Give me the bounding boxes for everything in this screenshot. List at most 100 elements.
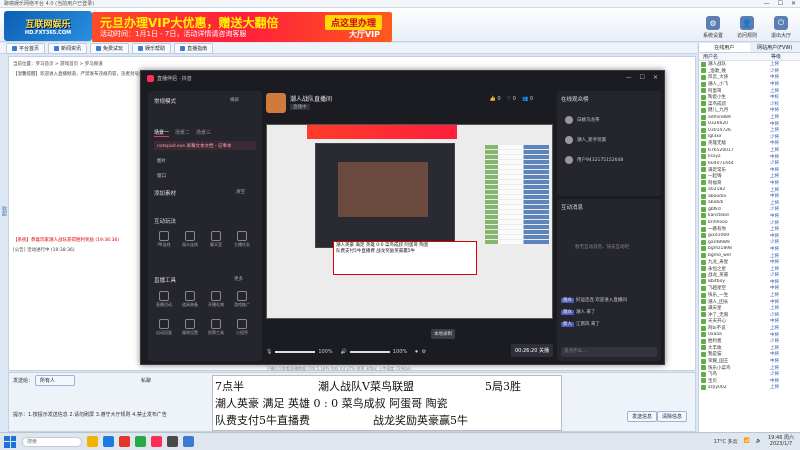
user-row[interactable]: 阿bi不说 上将: [699, 325, 800, 332]
tool-gift[interactable]: 开播礼物: [206, 291, 226, 309]
comment-input[interactable]: 说点什么...: [561, 347, 657, 357]
minimize-button[interactable]: —: [764, 0, 770, 7]
user-row[interactable]: 陶瓷小生 中校: [699, 94, 800, 101]
stream-close-button[interactable]: ✕: [653, 74, 658, 81]
user-row[interactable]: 一路有你 上将: [699, 226, 800, 233]
recipient-select[interactable]: 所有人: [35, 375, 75, 386]
user-row[interactable]: 菜鸟成叔 少校: [699, 101, 800, 108]
more-tools-button[interactable]: 更多: [234, 276, 243, 282]
tool-miniapp[interactable]: 小程序: [232, 319, 252, 337]
user-row[interactable]: 潮人_团长 中将: [699, 298, 800, 305]
tab-scene-2[interactable]: 场景二: [175, 129, 190, 137]
app-icon-green[interactable]: [135, 436, 146, 447]
user-row[interactable]: 冲了_无限 少将: [699, 312, 800, 319]
stop-stream-button[interactable]: 00:26:20 关播: [510, 344, 553, 357]
speaker-icon[interactable]: 🔊: [341, 349, 347, 355]
user-row[interactable]: a02182 上将: [699, 186, 800, 193]
tab-guide[interactable]: 直播指南: [174, 42, 214, 54]
user-row[interactable]: 阿蛋哥 上将: [699, 87, 800, 94]
mic-volume-slider[interactable]: [275, 351, 316, 353]
user-row[interactable]: 03014726 上将: [699, 127, 800, 134]
user-row[interactable]: 快乐_一生 上将: [699, 292, 800, 299]
mic-icon[interactable]: 🎙: [266, 349, 272, 355]
user-row[interactable]: 满足常乐 中将: [699, 167, 800, 174]
viewer-item[interactable]: 潮人_新手玩家: [565, 135, 606, 145]
tab-scene-3[interactable]: 场景三: [196, 129, 211, 137]
chatroom-button[interactable]: 聊天室: [206, 231, 226, 249]
user-row[interactable]: gixd1069 中将: [699, 232, 800, 239]
user-row[interactable]: bgmo_wer 上将: [699, 252, 800, 259]
user-row[interactable]: 一起嗨 上将: [699, 173, 800, 180]
pk-button[interactable]: PK连线: [154, 231, 174, 249]
edge-icon[interactable]: [103, 436, 114, 447]
user-row[interactable]: 英雄无敌 中将: [699, 140, 800, 147]
tool-vote[interactable]: 投票工具: [206, 319, 226, 337]
tab-trial[interactable]: 免费试玩: [90, 42, 130, 54]
side-label[interactable]: 收起: [1, 206, 8, 216]
banner-cta-button[interactable]: 点这里办理: [324, 15, 382, 30]
tab-online-users[interactable]: 在线用户: [699, 43, 750, 52]
tab-scene-1[interactable]: 场景一: [154, 129, 170, 137]
host-task-button[interactable]: 主播任务: [232, 231, 252, 249]
viewer-link-button[interactable]: 观众连线: [180, 231, 200, 249]
user-row[interactable]: 快乐小菜鸟 上将: [699, 364, 800, 371]
viewer-item[interactable]: 用户9432175152648: [565, 155, 623, 165]
user-row[interactable]: admin889 上将: [699, 114, 800, 121]
user-row[interactable]: lisxyz 中将: [699, 153, 800, 160]
user-row[interactable]: 0326620 中将: [699, 120, 800, 127]
tool-game[interactable]: 游戏推广: [232, 291, 252, 309]
user-row[interactable]: lgl3xx 少将: [699, 134, 800, 141]
source-item-notepad[interactable]: notepad.exe 屏幕文本文档 - 记事本: [154, 141, 256, 150]
user-row[interactable]: 九龙_寿星 中将: [699, 259, 800, 266]
tool-activity[interactable]: 直播活动: [154, 291, 174, 309]
send-button[interactable]: 发送信息: [627, 411, 658, 422]
clock[interactable]: 19:46 周六 2023/1/7: [768, 435, 794, 447]
app-icon-red[interactable]: [119, 436, 130, 447]
app-icon-dark[interactable]: [167, 436, 178, 447]
weather-widget[interactable]: 17°C 多云: [714, 438, 738, 445]
tool-luckybag[interactable]: 福袋设置: [180, 319, 200, 337]
user-row[interactable]: 风云_大侠 中将: [699, 74, 800, 81]
viewer-item[interactable]: 白桃乌龙茶: [565, 115, 600, 125]
source-item-image[interactable]: 图片: [154, 156, 256, 165]
tool-props[interactable]: 道具装备: [180, 291, 200, 309]
exit-hall-button[interactable]: ⏻ 退出大厅: [766, 11, 796, 39]
user-row[interactable]: 胜利者 少将: [699, 338, 800, 345]
private-checkbox[interactable]: 私聊: [141, 377, 151, 384]
user-row[interactable]: 0xaaa 中将: [699, 331, 800, 338]
windows-start-icon[interactable]: [4, 435, 16, 448]
user-row[interactable]: aboodia 中将: [699, 193, 800, 200]
speaker-volume-slider[interactable]: [349, 351, 390, 353]
stream-maximize-button[interactable]: ☐: [640, 74, 645, 81]
orientation-toggle[interactable]: 横屏: [230, 97, 239, 103]
user-row[interactable]: bgmz1898 中将: [699, 246, 800, 253]
user-row[interactable]: 604071444 少将: [699, 160, 800, 167]
gear-icon[interactable]: ⚙: [422, 349, 426, 355]
access-rules-button[interactable]: 👤 访问规则: [732, 11, 762, 39]
tool-autoreply[interactable]: 自动回复: [154, 319, 174, 337]
user-row[interactable]: gbfkd 少将: [699, 206, 800, 213]
user-row[interactable]: bnhhooo 少将: [699, 219, 800, 226]
user-row[interactable]: 荣耀_国王 中将: [699, 358, 800, 365]
user-row[interactable]: _渔歌_晚 少将: [699, 68, 800, 75]
promo-banner[interactable]: 元旦办理VIP大优惠，赠送大翻倍 活动时间：1月1日 - 7日，活动详情请咨询客…: [92, 12, 392, 42]
close-button[interactable]: ✕: [791, 0, 796, 7]
source-item-window[interactable]: 窗口: [154, 171, 256, 180]
mode-select[interactable]: 常规模式: [154, 97, 176, 105]
user-row[interactable]: 满天星 上将: [699, 305, 800, 312]
douyin-live-icon[interactable]: [151, 436, 162, 447]
add-source-button[interactable]: 添加素材: [154, 189, 176, 197]
user-row[interactable]: zzyy002 上将: [699, 384, 800, 391]
user-row[interactable]: kanstebd 中将: [699, 213, 800, 220]
user-row[interactable]: 潮人战队 上将: [699, 61, 800, 68]
user-row[interactable]: 飞鸟 少将: [699, 371, 800, 378]
record-icon[interactable]: ⏺: [415, 349, 418, 355]
file-explorer-icon[interactable]: [87, 436, 98, 447]
tab-home[interactable]: 平台首页: [6, 42, 46, 54]
volume-icon[interactable]: 🔈: [756, 438, 762, 444]
clear-button[interactable]: 清除信息: [657, 411, 688, 422]
user-row[interactable]: 天天开心 中将: [699, 318, 800, 325]
stream-minimize-button[interactable]: —: [626, 74, 632, 81]
maximize-button[interactable]: ☐: [778, 0, 783, 7]
user-row[interactable]: 战龙_英豪 少将: [699, 272, 800, 279]
